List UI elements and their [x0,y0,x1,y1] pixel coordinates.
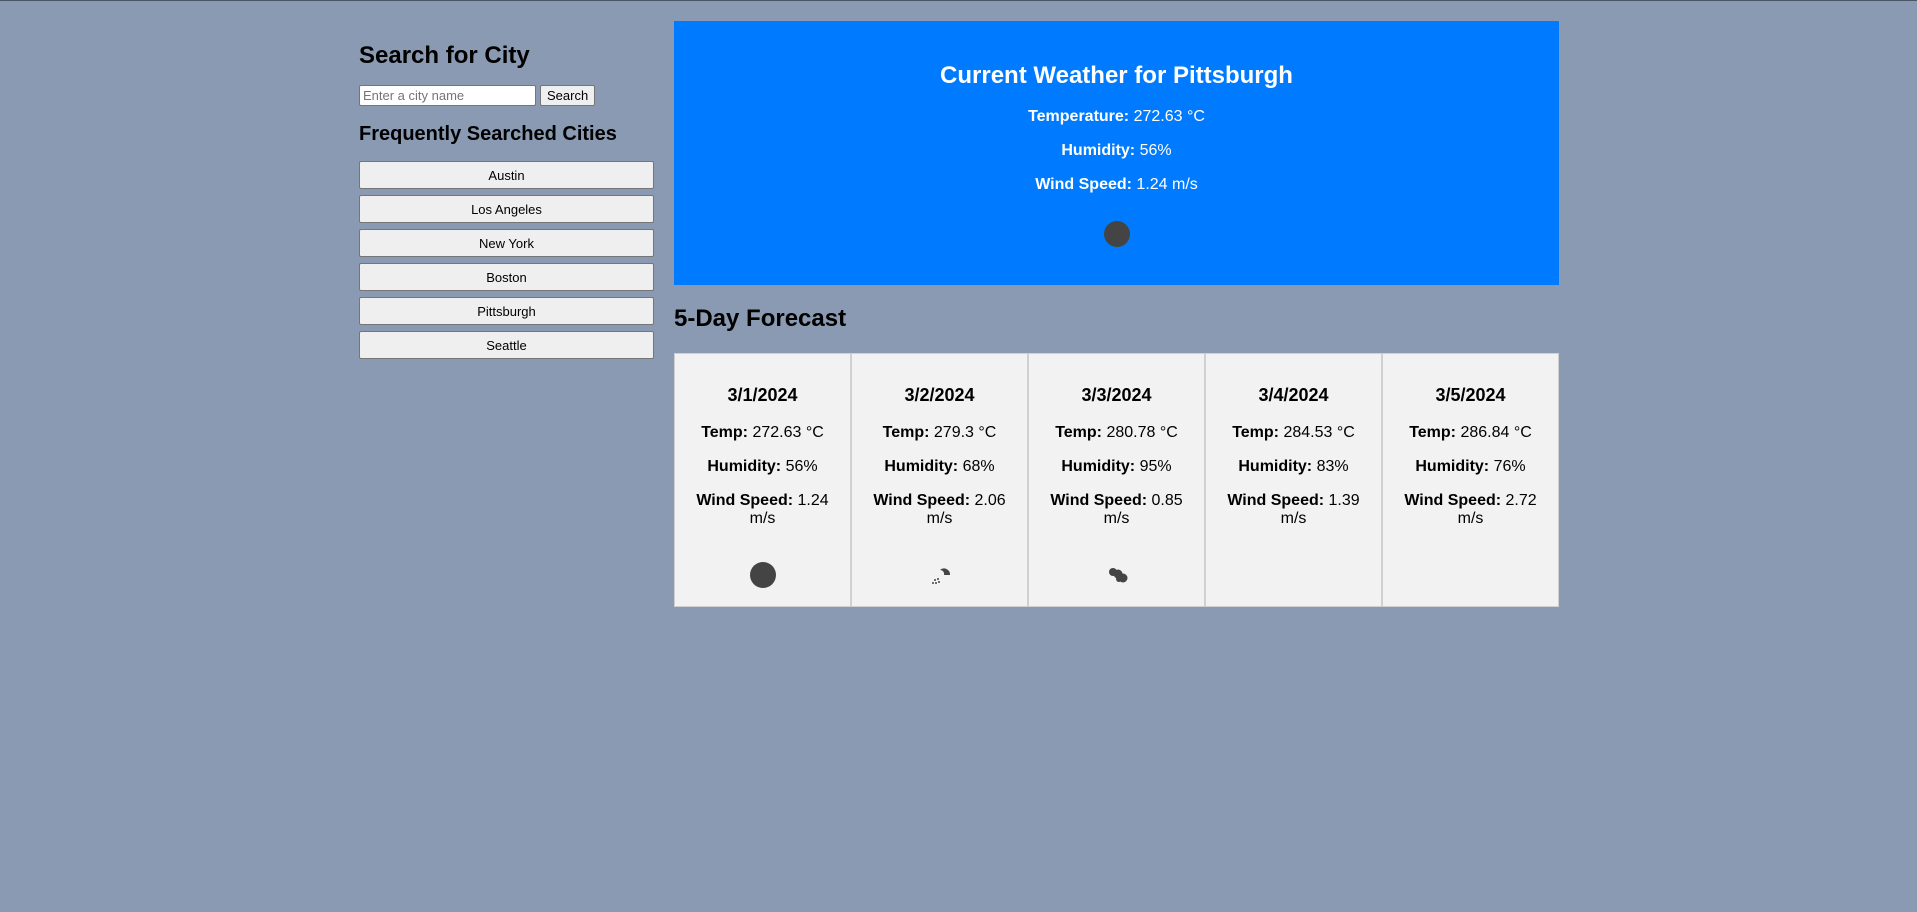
temp-value: 286.84 °C [1460,424,1532,441]
search-panel: Search for City Search Frequently Search… [359,42,654,359]
current-humidity: Humidity: 56% [674,142,1559,160]
temperature-label: Temperature: [1028,108,1130,125]
forecast-humidity: Humidity: 56% [685,458,840,476]
forecast-date: 3/1/2024 [727,385,798,405]
humidity-value: 83% [1316,458,1349,475]
forecast-cards: 3/1/2024 Temp: 272.63 °C Humidity: 56% W… [674,353,1559,607]
humidity-value: 76% [1493,458,1526,475]
forecast-wind: Wind Speed: 2.06 m/s [862,492,1017,528]
forecast-humidity: Humidity: 83% [1216,458,1371,476]
search-button[interactable]: Search [540,85,596,106]
temperature-value: 272.63 °C [1133,108,1205,125]
forecast-card: 3/2/2024 Temp: 279.3 °C Humidity: 68% Wi… [851,353,1028,607]
temp-value: 279.3 °C [933,424,997,441]
current-weather-panel: Current Weather for Pittsburgh Temperatu… [674,21,1559,285]
rain-cloud-icon [931,568,950,584]
current-weather-title: Current Weather for Pittsburgh [940,62,1293,89]
temp-label: Temp: [882,424,930,441]
current-weather-icon-wrap [674,221,1559,247]
forecast-card: 3/1/2024 Temp: 272.63 °C Humidity: 56% W… [674,353,851,607]
forecast-card: 3/4/2024 Temp: 284.53 °C Humidity: 83% W… [1205,353,1382,607]
humidity-label: Humidity: [1061,458,1136,475]
wind-speed-label: Wind Speed: [873,492,971,509]
wind-speed-label: Wind Speed: [1035,176,1132,193]
search-row: Search [359,85,654,106]
forecast-icon-wrap [862,558,1017,592]
forecast-wind: Wind Speed: 1.39 m/s [1216,492,1371,528]
wind-speed-label: Wind Speed: [1227,492,1325,509]
humidity-label: Humidity: [1238,458,1313,475]
search-title: Search for City [359,42,530,69]
dark-circle-icon [1103,221,1130,247]
forecast-date: 3/2/2024 [904,385,975,405]
forecast-title: 5-Day Forecast [674,305,847,332]
humidity-value: 56% [785,458,818,475]
forecast-date: 3/3/2024 [1081,385,1152,405]
humidity-value: 56% [1139,142,1172,159]
forecast-date: 3/5/2024 [1435,385,1506,405]
dark-circle-icon [749,562,776,588]
current-temperature: Temperature: 272.63 °C [674,108,1559,126]
city-button-austin[interactable]: Austin [359,161,654,189]
forecast-humidity: Humidity: 95% [1039,458,1194,476]
temp-label: Temp: [1232,424,1279,441]
forecast-icon-wrap [685,558,840,592]
humidity-value: 95% [1139,458,1172,475]
forecast-icon-wrap [1216,558,1371,592]
forecast-humidity: Humidity: 76% [1393,458,1548,476]
temp-label: Temp: [1055,424,1102,441]
wind-speed-label: Wind Speed: [696,492,794,509]
forecast-temp: Temp: 280.78 °C [1039,424,1194,442]
forecast-temp: Temp: 272.63 °C [685,424,840,442]
wind-speed-label: Wind Speed: [1404,492,1502,509]
forecast-card: 3/5/2024 Temp: 286.84 °C Humidity: 76% W… [1382,353,1559,607]
temp-value: 280.78 °C [1106,424,1178,441]
forecast-card: 3/3/2024 Temp: 280.78 °C Humidity: 95% W… [1028,353,1205,607]
city-search-input[interactable] [359,85,536,106]
forecast-temp: Temp: 279.3 °C [862,424,1017,442]
top-border [0,0,1917,1]
forecast-wind: Wind Speed: 1.24 m/s [685,492,840,528]
clouds-icon [1108,568,1127,583]
forecast-wind: Wind Speed: 0.85 m/s [1039,492,1194,528]
frequent-cities-list: Austin Los Angeles New York Boston Pitts… [359,161,654,359]
temp-label: Temp: [1409,424,1456,441]
humidity-label: Humidity: [707,458,782,475]
city-button-seattle[interactable]: Seattle [359,331,654,359]
wind-speed-value: 1.24 m/s [1136,176,1198,193]
humidity-value: 68% [962,458,995,475]
forecast-humidity: Humidity: 68% [862,458,1017,476]
city-button-pittsburgh[interactable]: Pittsburgh [359,297,654,325]
city-button-boston[interactable]: Boston [359,263,654,291]
temp-value: 272.63 °C [752,424,824,441]
forecast-wind: Wind Speed: 2.72 m/s [1393,492,1548,528]
humidity-label: Humidity: [884,458,959,475]
forecast-date: 3/4/2024 [1258,385,1329,405]
humidity-label: Humidity: [1061,142,1136,159]
wind-speed-label: Wind Speed: [1050,492,1148,509]
humidity-label: Humidity: [1415,458,1490,475]
forecast-temp: Temp: 284.53 °C [1216,424,1371,442]
city-button-los-angeles[interactable]: Los Angeles [359,195,654,223]
current-wind-speed: Wind Speed: 1.24 m/s [674,176,1559,194]
forecast-icon-wrap [1039,558,1194,592]
temp-label: Temp: [701,424,748,441]
forecast-icon-wrap [1393,558,1548,592]
temp-value: 284.53 °C [1283,424,1355,441]
frequent-cities-title: Frequently Searched Cities [359,123,617,145]
forecast-temp: Temp: 286.84 °C [1393,424,1548,442]
city-button-new-york[interactable]: New York [359,229,654,257]
